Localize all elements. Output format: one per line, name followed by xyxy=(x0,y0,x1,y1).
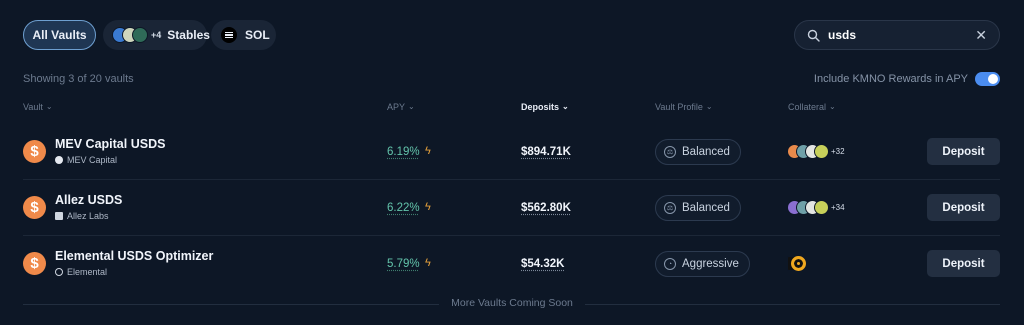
vault-profile-label: Balanced xyxy=(682,146,730,158)
column-profile-label: Vault Profile xyxy=(655,102,703,112)
column-vault-label: Vault xyxy=(23,102,43,112)
column-deposits-label: Deposits xyxy=(521,102,560,112)
curator-name: Allez Labs xyxy=(67,211,109,221)
search-box[interactable]: ✕ xyxy=(794,20,1000,50)
gauge-icon: ◔ xyxy=(664,258,676,270)
curator-name: Elemental xyxy=(67,267,108,277)
vault-apy[interactable]: 6.22% xyxy=(387,202,420,214)
footer-text: More Vaults Coming Soon xyxy=(439,297,585,309)
lightning-icon: ϟ xyxy=(425,145,431,157)
filter-all-vaults[interactable]: All Vaults xyxy=(23,20,96,50)
column-collateral-label: Collateral xyxy=(788,102,827,112)
vault-curator: Allez Labs xyxy=(55,211,109,221)
balance-icon: ⚖ xyxy=(664,202,676,214)
column-vault[interactable]: Vault ⌄ xyxy=(23,101,53,113)
close-icon[interactable]: ✕ xyxy=(975,27,987,44)
filter-all-vaults-label: All Vaults xyxy=(32,28,87,42)
column-apy-label: APY xyxy=(387,102,406,112)
vault-apy[interactable]: 6.19% xyxy=(387,146,420,158)
usds-token-icon: $ xyxy=(23,196,46,219)
vault-name: Elemental USDS Optimizer xyxy=(55,249,214,263)
table-row[interactable]: $ MEV Capital USDS MEV Capital 6.19% ϟ $… xyxy=(23,124,1000,180)
deposit-button[interactable]: Deposit xyxy=(927,138,1000,165)
collateral-stack[interactable] xyxy=(787,256,806,271)
chevron-down-icon: ⌄ xyxy=(45,101,53,111)
vault-profile-badge: ⚖ Balanced xyxy=(655,139,741,165)
collateral-more-count: +32 xyxy=(831,147,845,156)
deposit-button[interactable]: Deposit xyxy=(927,250,1000,277)
deposit-button[interactable]: Deposit xyxy=(927,194,1000,221)
vault-profile-badge: ◔ Aggressive xyxy=(655,251,750,277)
pyusd-icon xyxy=(132,27,148,43)
vault-curator: MEV Capital xyxy=(55,155,117,165)
search-icon xyxy=(807,29,820,42)
curator-name: MEV Capital xyxy=(67,155,118,165)
vault-profile-label: Balanced xyxy=(682,202,730,214)
vault-deposits[interactable]: $894.71K xyxy=(521,146,571,158)
vault-name: Allez USDS xyxy=(55,193,123,207)
table-row[interactable]: $ Elemental USDS Optimizer Elemental 5.7… xyxy=(23,236,1000,292)
vault-profile-label: Aggressive xyxy=(682,258,739,270)
usds-token-icon: $ xyxy=(23,252,46,275)
vault-deposits[interactable]: $562.80K xyxy=(521,202,571,214)
kmno-rewards-label: Include KMNO Rewards in APY xyxy=(813,73,968,85)
chevron-down-icon: ⌄ xyxy=(829,101,836,111)
collateral-stack[interactable]: +34 xyxy=(787,200,851,215)
column-apy[interactable]: APY ⌄ xyxy=(387,101,415,113)
chevron-down-icon: ⌄ xyxy=(705,101,713,111)
sol-icon xyxy=(221,27,237,43)
stables-token-stack xyxy=(112,27,148,43)
column-vault-profile[interactable]: Vault Profile ⌄ xyxy=(655,101,713,113)
vault-profile-badge: ⚖ Balanced xyxy=(655,195,741,221)
chevron-down-icon: ⌄ xyxy=(562,101,569,111)
vault-curator: Elemental xyxy=(55,267,107,277)
lightning-icon: ϟ xyxy=(425,257,431,269)
balance-icon: ⚖ xyxy=(664,146,676,158)
curator-icon xyxy=(55,156,63,164)
vault-deposits[interactable]: $54.32K xyxy=(521,258,564,270)
lightning-icon: ϟ xyxy=(425,201,431,213)
filter-sol-label: SOL xyxy=(245,28,270,42)
table-row[interactable]: $ Allez USDS Allez Labs 6.22% ϟ $562.80K… xyxy=(23,180,1000,236)
collateral-token-icon xyxy=(814,200,829,215)
collateral-token-icon xyxy=(791,256,806,271)
vault-apy[interactable]: 5.79% xyxy=(387,258,420,270)
collateral-stack[interactable]: +32 xyxy=(787,144,851,159)
collateral-more-count: +34 xyxy=(831,203,845,212)
column-deposits[interactable]: Deposits ⌄ xyxy=(521,101,569,113)
curator-icon xyxy=(55,212,63,220)
stables-count: +4 xyxy=(151,30,162,40)
column-collateral[interactable]: Collateral ⌄ xyxy=(788,101,836,113)
vault-name: MEV Capital USDS xyxy=(55,137,166,151)
search-input[interactable] xyxy=(828,28,958,42)
usds-token-icon: $ xyxy=(23,140,46,163)
filter-sol[interactable]: SOL xyxy=(211,20,276,50)
filter-stables[interactable]: +4 Stables xyxy=(103,20,210,50)
collateral-token-icon xyxy=(814,144,829,159)
results-count: Showing 3 of 20 vaults xyxy=(23,73,134,85)
kmno-rewards-toggle[interactable] xyxy=(975,72,1000,86)
filter-stables-label: Stables xyxy=(167,28,210,42)
curator-icon xyxy=(55,268,63,276)
footer-note: More Vaults Coming Soon xyxy=(0,297,1024,309)
chevron-down-icon: ⌄ xyxy=(408,101,415,111)
